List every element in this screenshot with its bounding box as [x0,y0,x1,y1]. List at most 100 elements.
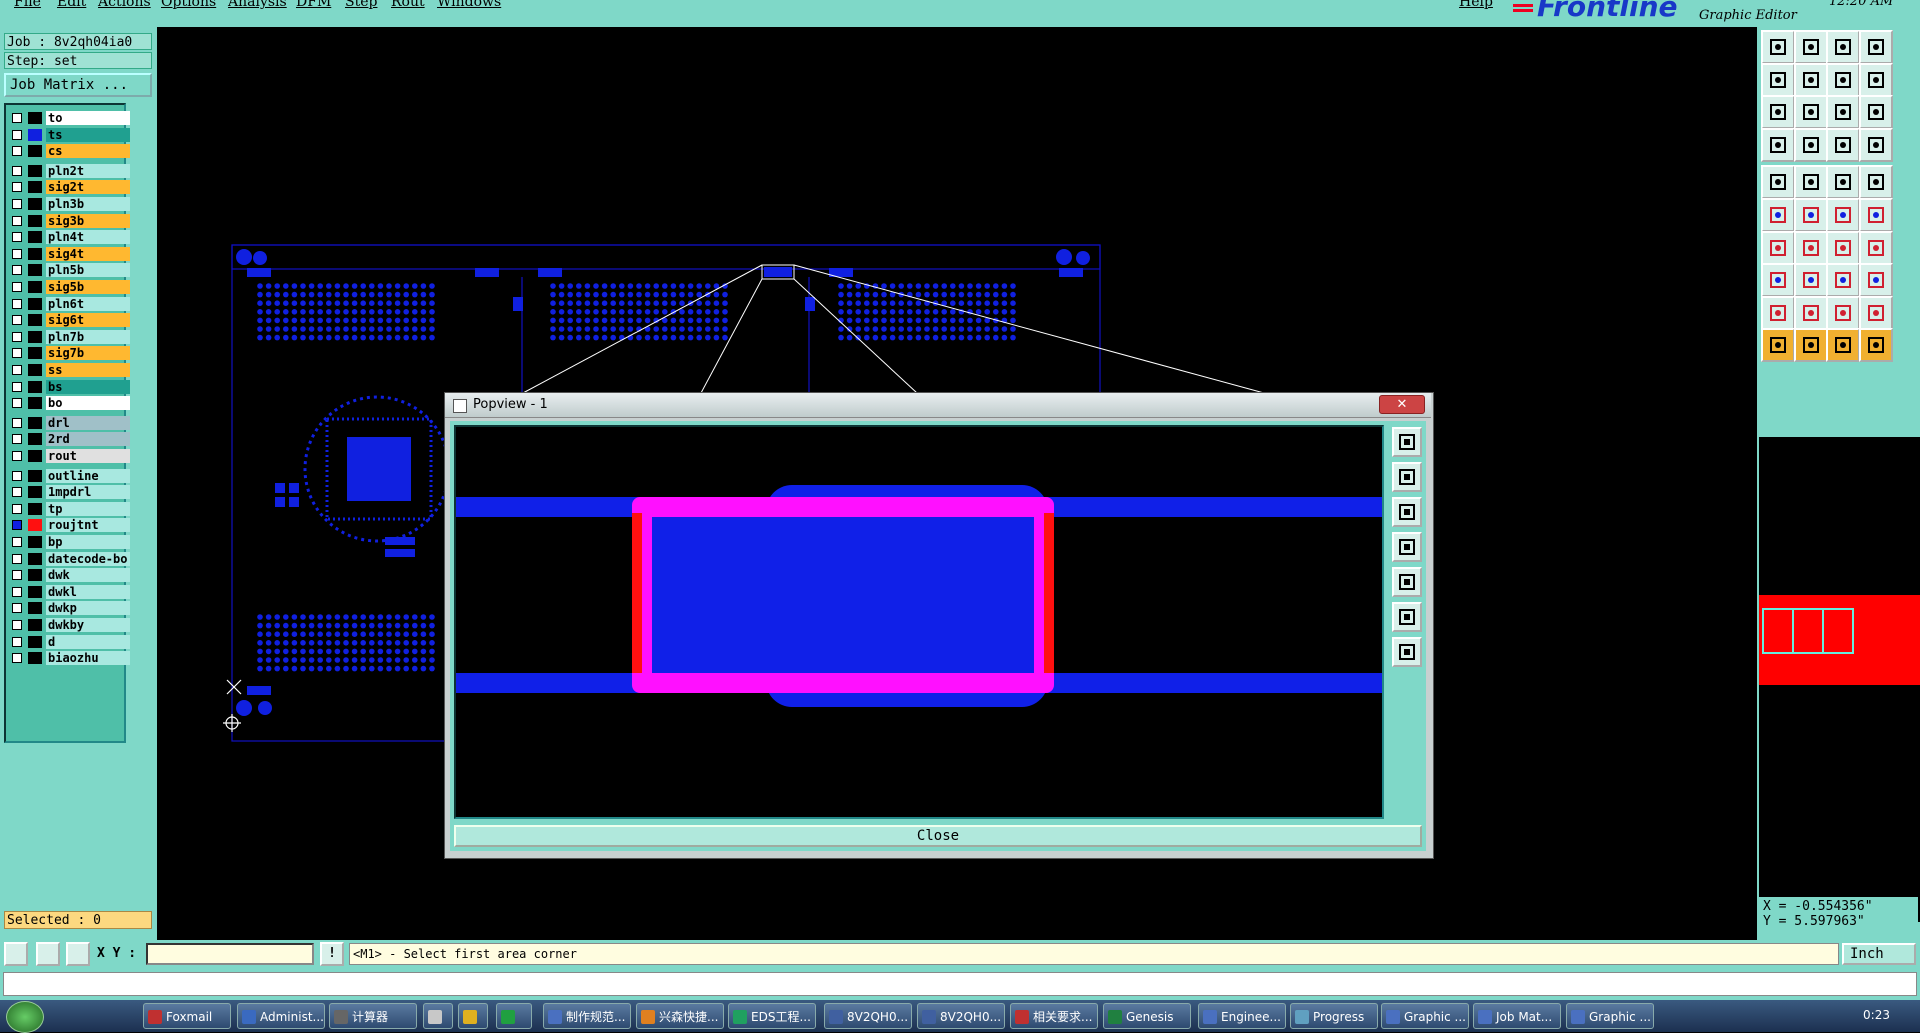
layer-checkbox[interactable] [12,434,22,445]
layer-checkbox[interactable] [12,182,22,193]
layer-name[interactable]: pln6t [46,296,130,311]
layer-row[interactable]: d [10,634,130,649]
layer-row[interactable]: dwk [10,568,130,583]
grid-icon[interactable] [1793,127,1828,162]
layer-name[interactable]: sig4t [46,246,130,261]
close-button[interactable]: Close [454,825,1422,847]
menu-step[interactable]: Step [345,0,377,10]
layer-row[interactable]: pln4t [10,230,130,245]
layer-name[interactable]: pln5b [46,263,130,278]
layer-checkbox[interactable] [12,636,22,647]
layer-checkbox[interactable] [12,248,22,259]
layer-checkbox[interactable] [12,520,22,531]
layer-color-swatch[interactable] [28,486,42,499]
layer-row[interactable]: roujtnt [10,518,130,533]
layer-checkbox[interactable] [12,265,22,276]
layer-name[interactable]: pln2t [46,163,130,178]
taskbar-item[interactable]: Progress [1290,1003,1378,1029]
layer-row[interactable]: to [10,111,130,125]
layer-row[interactable]: cs [10,144,130,159]
layer-name[interactable]: bp [46,535,130,549]
center-icon[interactable] [1793,95,1828,130]
connect-icon[interactable] [1826,198,1861,232]
layer-row[interactable]: bp [10,535,130,549]
layer-checkbox[interactable] [12,298,22,309]
layer-color-swatch[interactable] [28,181,42,194]
layer-row[interactable]: biaozhu [10,651,130,666]
menu-edit[interactable]: Edit [57,0,86,10]
rotate-icon[interactable] [1826,230,1861,265]
layer-checkbox[interactable] [12,470,22,481]
layer-red-icon[interactable] [1826,127,1861,162]
load-view-icon[interactable] [1392,497,1422,527]
text-a3-icon[interactable] [1858,295,1893,330]
taskbar-item[interactable]: Job Mat... [1473,1003,1561,1029]
info-icon[interactable]: ! [320,942,344,966]
taskbar-item[interactable]: 兴森快捷... [636,1003,724,1029]
layer-row[interactable]: ts [10,127,130,142]
layer-color-swatch[interactable] [28,416,42,429]
popview-canvas[interactable] [454,425,1384,819]
layer-name[interactable]: biaozhu [46,651,130,666]
zoom-fit-icon[interactable] [1392,427,1422,457]
layer-name[interactable]: tp [46,501,130,516]
layer-row[interactable]: sig7b [10,346,130,361]
layer-checkbox[interactable] [12,348,22,359]
layer-checkbox[interactable] [12,537,22,547]
line-icon[interactable] [1793,165,1828,200]
layer-color-swatch[interactable] [28,128,42,141]
layer-color-swatch[interactable] [28,585,42,598]
zoom-out-icon[interactable] [1392,567,1422,597]
close-icon[interactable]: ✕ [1379,395,1425,414]
layer-name[interactable]: 1mpdrl [46,485,130,500]
job-matrix-button[interactable]: Job Matrix ... [4,73,152,97]
select-icon[interactable] [1761,263,1795,298]
layer-color-swatch[interactable] [28,433,42,446]
xy-input[interactable] [146,943,314,965]
text-a-icon[interactable] [1793,295,1828,330]
layer-row[interactable]: sig4t [10,246,130,261]
taskbar-item[interactable]: Foxmail [143,1003,231,1029]
layer-color-swatch[interactable] [28,519,42,532]
layer-row[interactable]: datecode-bo [10,551,130,566]
pointer-circle-icon[interactable] [1826,328,1861,363]
layer-color-swatch[interactable] [28,619,42,631]
layer-name[interactable]: sig2t [46,180,130,195]
taskbar-item[interactable] [496,1003,532,1029]
dash-icon[interactable] [1793,263,1828,298]
layer-row[interactable]: pln5b [10,263,130,278]
layer-color-swatch[interactable] [28,314,42,327]
layer-color-swatch[interactable] [28,231,42,244]
pointer-icon[interactable] [1761,328,1795,363]
help-icon[interactable] [1858,95,1893,130]
layer-name[interactable]: pln7b [46,329,130,344]
layer-row[interactable]: dwkp [10,601,130,616]
layer-color-swatch[interactable] [28,297,42,310]
layer-checkbox[interactable] [12,113,22,123]
layer-row[interactable]: sig6t [10,313,130,328]
layer-row[interactable]: pln2t [10,163,130,178]
layer-color-swatch[interactable] [28,198,42,210]
layer-color-swatch[interactable] [28,552,42,565]
menu-file[interactable]: File [14,0,41,10]
save-icon[interactable] [1793,30,1828,64]
layer-color-swatch[interactable] [28,364,42,376]
menu-windows[interactable]: Windows [437,0,501,10]
taskbar-item[interactable]: 8V2QH0... [917,1003,1005,1029]
layer-name[interactable]: ss [46,363,130,377]
snap-icon[interactable] [1858,62,1893,97]
layer-name[interactable]: outline [46,468,130,483]
layer-row[interactable]: bo [10,396,130,411]
taskbar-item[interactable] [458,1003,488,1029]
layer-checkbox[interactable] [12,570,22,581]
layer-name[interactable]: bs [46,379,130,394]
layout-icon[interactable] [1858,30,1893,64]
house-icon[interactable] [1826,30,1861,64]
reset-icon[interactable] [1392,602,1422,632]
layer-row[interactable]: 2rd [10,432,130,447]
triangle-icon[interactable] [1761,295,1795,330]
layer-checkbox[interactable] [12,503,22,514]
layer-checkbox[interactable] [12,199,22,209]
units-selector[interactable]: Inch [1842,943,1916,965]
layer-row[interactable]: tp [10,501,130,516]
